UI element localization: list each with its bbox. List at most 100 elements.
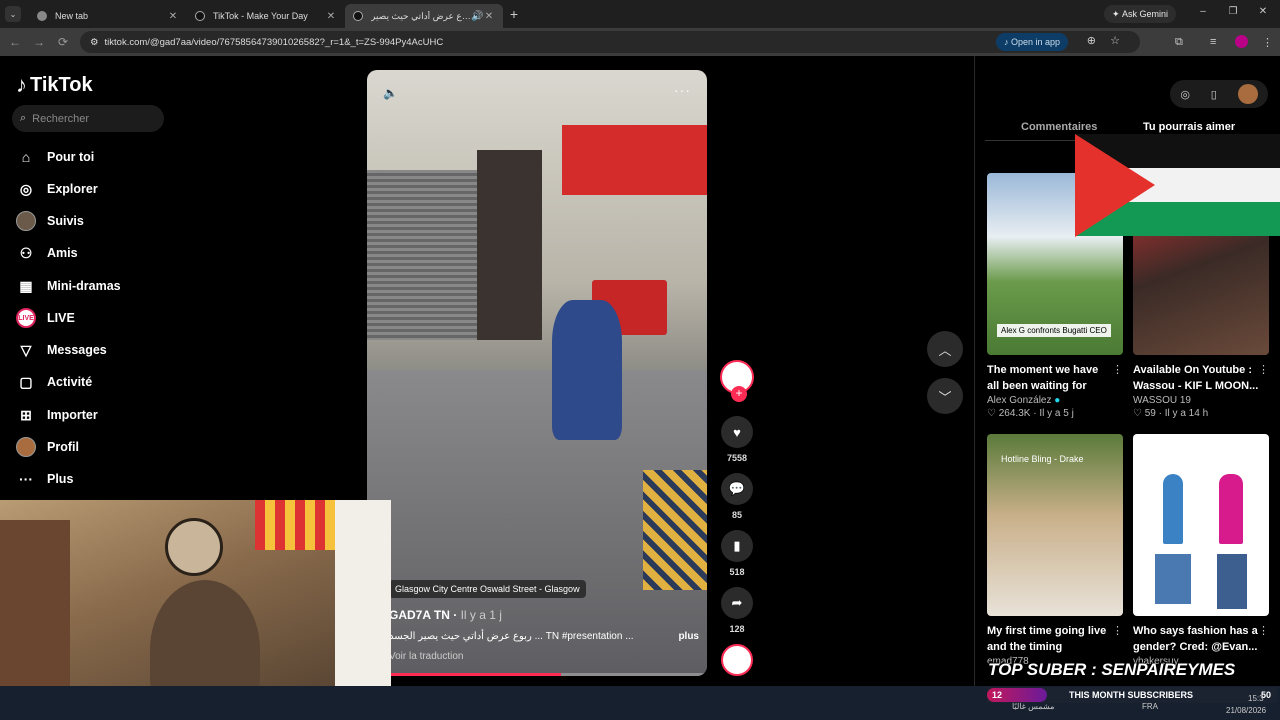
video-scene xyxy=(552,300,622,440)
video-scene xyxy=(477,150,542,340)
card-stats: ♡ 264.3K · Il y a 5 j xyxy=(987,408,1074,419)
activity-icon: ▢ xyxy=(19,373,33,390)
clock-date[interactable]: 21/08/2026 xyxy=(1226,706,1266,715)
more-icon[interactable]: ⋮ xyxy=(1112,363,1123,376)
more-options-icon[interactable]: ··· xyxy=(674,82,691,98)
more-icon[interactable]: ⋮ xyxy=(1258,624,1269,637)
zoom-icon[interactable]: ⊕ xyxy=(1087,34,1096,47)
sidebar-item-importer[interactable]: ⊞ Importer xyxy=(16,405,98,425)
sidebar-item-plus[interactable]: ··· Plus xyxy=(16,469,73,489)
next-video-button[interactable]: ﹀ xyxy=(927,378,963,414)
tiktok-icon xyxy=(195,11,205,21)
comment-action[interactable]: 💬 85 xyxy=(719,473,755,520)
top-sub-banner: TOP SUBER : SENPAIREYMES xyxy=(988,660,1236,679)
gemini-icon: ✦ xyxy=(1112,8,1123,19)
tab-tiktok-video[interactable]: ربوع عرض أداتي حيث يصير 🔊 ✕ xyxy=(345,4,503,28)
subscriber-count: 12 xyxy=(987,688,1047,702)
comment-icon[interactable]: 💬 xyxy=(721,473,753,505)
sidebar-item-pour-toi[interactable]: ⌂ Pour toi xyxy=(16,147,94,167)
recommended-video-card[interactable]: ⋮ Who says fashion has a gender? Cred: @… xyxy=(1133,434,1269,667)
volume-icon[interactable]: 🔈 xyxy=(383,86,398,100)
avatar[interactable] xyxy=(1237,84,1258,104)
site-info-icon[interactable]: ⚙ xyxy=(90,37,99,48)
comment-count: 85 xyxy=(731,510,742,520)
follow-plus-icon[interactable]: + xyxy=(731,386,747,402)
speaker-icon[interactable]: 🔊 xyxy=(471,11,483,22)
tab-tu-pourrais-aimer[interactable]: Tu pourrais aimer xyxy=(1143,121,1235,133)
card-author: Alex González ● xyxy=(987,395,1061,406)
location-tag[interactable]: Glasgow City Centre Oswald Street - Glas… xyxy=(389,580,586,598)
more-icon[interactable]: ⋮ xyxy=(1112,624,1123,637)
tab-new-tab[interactable]: New tab ✕ xyxy=(29,4,187,28)
search-input[interactable]: ⌕ Rechercher xyxy=(12,105,164,132)
close-icon[interactable]: ✕ xyxy=(167,11,179,22)
flag-overlay xyxy=(1075,134,1280,237)
close-icon[interactable]: ✕ xyxy=(483,11,495,22)
tiktok-logo[interactable]: ♪ TikTok xyxy=(16,72,93,98)
sidebar-item-mini-dramas[interactable]: ▦ Mini-dramas xyxy=(16,276,120,296)
video-thumbnail[interactable]: Hotline Bling - Drake xyxy=(987,434,1123,616)
video-player[interactable]: 🔈 ··· Glasgow City Centre Oswald Street … xyxy=(367,70,707,676)
minimize-button[interactable]: – xyxy=(1188,6,1218,17)
sidebar-item-messages[interactable]: ▽ Messages xyxy=(16,340,107,360)
save-action[interactable]: ▮ 518 xyxy=(719,530,755,577)
tab-tiktok-home[interactable]: TikTok - Make Your Day ✕ xyxy=(187,4,345,28)
subscriber-goal-bar: 12 THIS MONTH SUBSCRIBERS 50 xyxy=(987,687,1277,703)
card-stats: ♡ 59 · Il y a 14 h xyxy=(1133,408,1209,419)
share-action[interactable]: ➦ 128 xyxy=(719,587,755,634)
ask-gemini-button[interactable]: ✦ Ask Gemini xyxy=(1104,5,1177,23)
sidebar-item-activite[interactable]: ▢ Activité xyxy=(16,372,92,392)
video-thumbnail[interactable] xyxy=(1133,434,1269,616)
video-progress-bar[interactable] xyxy=(367,673,707,676)
close-window-button[interactable]: ✕ xyxy=(1248,6,1278,17)
open-in-app-button[interactable]: ♪ Open in app xyxy=(995,33,1068,51)
sidebar-item-explorer[interactable]: ◎ Explorer xyxy=(16,179,98,199)
thumbnail-caption: Alex G confronts Bugatti CEO xyxy=(997,324,1111,337)
sidebar-item-suivis[interactable]: Suivis xyxy=(16,211,84,231)
phone-icon[interactable]: ▯ xyxy=(1211,88,1217,101)
recommended-video-card[interactable]: Hotline Bling - Drake ⋮ My first time go… xyxy=(987,434,1123,667)
reading-list-icon[interactable]: ≡ xyxy=(1210,36,1216,48)
extensions-icon[interactable]: ⧉ xyxy=(1175,36,1183,49)
clock-time[interactable]: 15:3 xyxy=(1248,694,1264,703)
sidebar-item-profil[interactable]: Profil xyxy=(16,437,79,457)
video-author[interactable]: GAD7A TN · Il y a 1 j xyxy=(389,608,502,622)
chevron-up-icon: ︿ xyxy=(938,342,952,358)
close-icon[interactable]: ✕ xyxy=(325,11,337,22)
caption-more-link[interactable]: plus xyxy=(678,631,699,642)
like-action[interactable]: ♥ 7558 xyxy=(719,416,755,463)
thumbnail-caption: Hotline Bling - Drake xyxy=(1001,454,1084,464)
sidebar-item-live[interactable]: LIVE LIVE xyxy=(16,308,75,328)
more-icon[interactable]: ⋮ xyxy=(1258,363,1269,376)
card-author: WASSOU 19 xyxy=(1133,395,1191,406)
language-indicator[interactable]: FRA xyxy=(1142,702,1158,711)
previous-video-button[interactable]: ︿ xyxy=(927,331,963,367)
live-icon: LIVE xyxy=(16,308,36,328)
share-icon[interactable]: ➦ xyxy=(721,587,753,619)
compass-icon: ◎ xyxy=(19,180,33,197)
bookmark-icon[interactable]: ▮ xyxy=(721,530,753,562)
reload-button[interactable]: ⟳ xyxy=(51,35,75,49)
url-field[interactable]: ⚙ tiktok.com/@gad7aa/video/7675856473901… xyxy=(80,31,1140,53)
music-disc[interactable] xyxy=(719,644,755,676)
back-button[interactable]: ← xyxy=(3,35,27,49)
maximize-button[interactable]: ❐ xyxy=(1218,6,1248,17)
upload-icon: ⊞ xyxy=(20,406,32,423)
profile-avatar[interactable] xyxy=(1235,35,1248,48)
bookmark-star-icon[interactable]: ☆ xyxy=(1110,34,1120,47)
card-title: My first time going live and the timing … xyxy=(987,625,1107,653)
translate-link[interactable]: Voir la traduction xyxy=(389,651,464,662)
tab-search-button[interactable]: ⌄ xyxy=(5,6,21,22)
author-avatar[interactable]: + xyxy=(720,360,754,402)
music-disc-icon[interactable] xyxy=(721,644,753,676)
weather-text: مشمس غالبًا xyxy=(1012,702,1055,711)
avatar xyxy=(16,437,36,457)
compass-icon[interactable]: ◎ xyxy=(1180,88,1190,101)
heart-icon[interactable]: ♥ xyxy=(721,416,753,448)
browser-menu-icon[interactable]: ⋮ xyxy=(1262,36,1273,49)
sidebar-item-amis[interactable]: ⚇ Amis xyxy=(16,243,78,263)
tab-commentaires[interactable]: Commentaires xyxy=(1021,121,1097,133)
like-count: 7558 xyxy=(726,453,748,463)
new-tab-button[interactable]: + xyxy=(503,6,525,22)
forward-button[interactable]: → xyxy=(27,35,51,49)
